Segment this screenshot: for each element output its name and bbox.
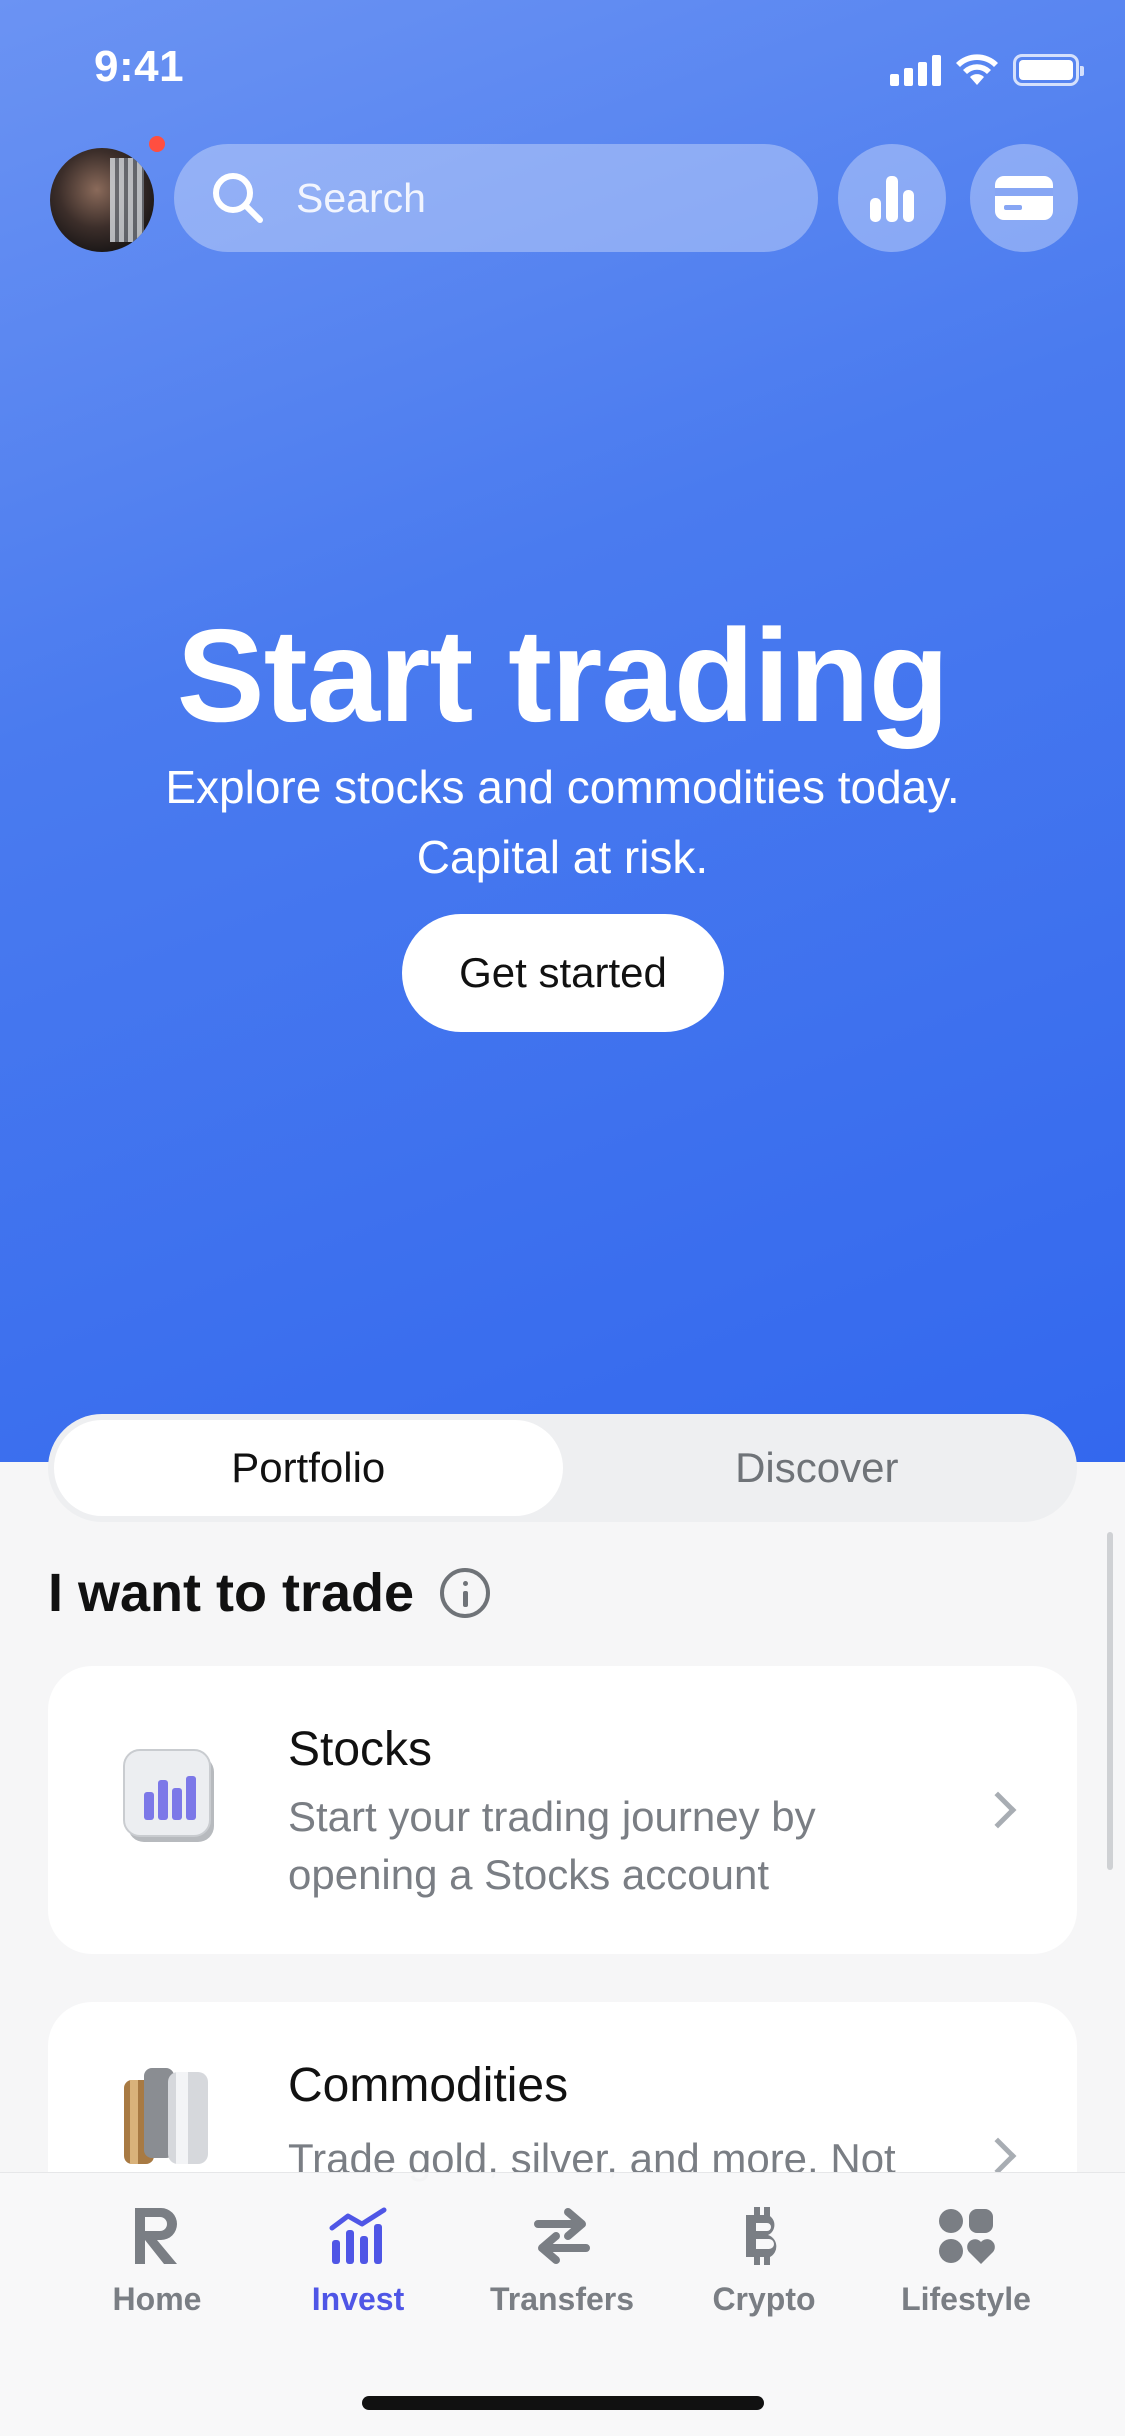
notification-dot [149, 136, 165, 152]
risk-warning: Capital at risk. [416, 831, 709, 883]
tab-crypto-label: Crypto [712, 2281, 816, 2317]
tab-home[interactable]: Home [67, 2203, 247, 2318]
stocks-icon [123, 1749, 214, 1842]
home-indicator [362, 2396, 764, 2410]
search-icon [213, 173, 263, 223]
portfolio-discover-switch: Portfolio Discover [48, 1414, 1077, 1522]
transfer-arrows-icon [534, 2208, 590, 2264]
stocks-description-line2: opening a Stocks account [288, 1851, 769, 1898]
tab-discover[interactable]: Discover [563, 1420, 1072, 1516]
battery-icon [1013, 54, 1084, 86]
tab-home-label: Home [112, 2281, 202, 2317]
cellular-signal-icon [890, 54, 941, 86]
revolut-r-icon [135, 2208, 177, 2264]
stocks-title: Stocks [288, 1723, 433, 1776]
card-icon [995, 176, 1053, 220]
hero-subtitle: Explore stocks and commodities today. [165, 761, 960, 813]
tab-transfers[interactable]: Transfers [472, 2203, 652, 2318]
avatar[interactable] [50, 148, 154, 252]
section-heading: I want to trade [48, 1562, 491, 1624]
tab-crypto[interactable]: Crypto [674, 2203, 854, 2318]
get-started-button[interactable]: Get started [402, 914, 724, 1032]
hero-title: Start trading [176, 602, 950, 749]
chevron-right-icon [979, 1791, 1017, 1829]
status-icons [890, 50, 1084, 90]
chevron-right-icon [979, 2137, 1017, 2175]
tab-lifestyle-label: Lifestyle [901, 2281, 1031, 2317]
wifi-icon [956, 54, 998, 85]
search-placeholder: Search [296, 174, 426, 221]
section-title: I want to trade [48, 1563, 415, 1623]
tab-portfolio[interactable]: Portfolio [54, 1420, 563, 1516]
tab-invest[interactable]: Invest [268, 2203, 448, 2318]
commodities-title: Commodities [288, 2059, 569, 2112]
invest-chart-icon [329, 2207, 387, 2264]
commodities-icon [124, 2068, 208, 2164]
stocks-description-line1: Start your trading journey by [288, 1793, 816, 1840]
bar-chart-icon [870, 176, 914, 222]
tab-invest-label: Invest [311, 2281, 405, 2317]
search-bar[interactable]: Search [174, 144, 818, 252]
bitcoin-icon [746, 2207, 777, 2265]
lifestyle-icon [939, 2209, 995, 2264]
stocks-card[interactable]: Stocks Start your trading journey by ope… [48, 1666, 1077, 1954]
scrollbar[interactable] [1107, 1532, 1113, 1870]
tab-lifestyle[interactable]: Lifestyle [876, 2203, 1056, 2318]
status-time: 9:41 [94, 42, 185, 91]
analytics-button[interactable] [838, 144, 946, 252]
info-icon[interactable] [440, 1568, 491, 1618]
cards-button[interactable] [970, 144, 1078, 252]
tab-transfers-label: Transfers [489, 2281, 635, 2317]
